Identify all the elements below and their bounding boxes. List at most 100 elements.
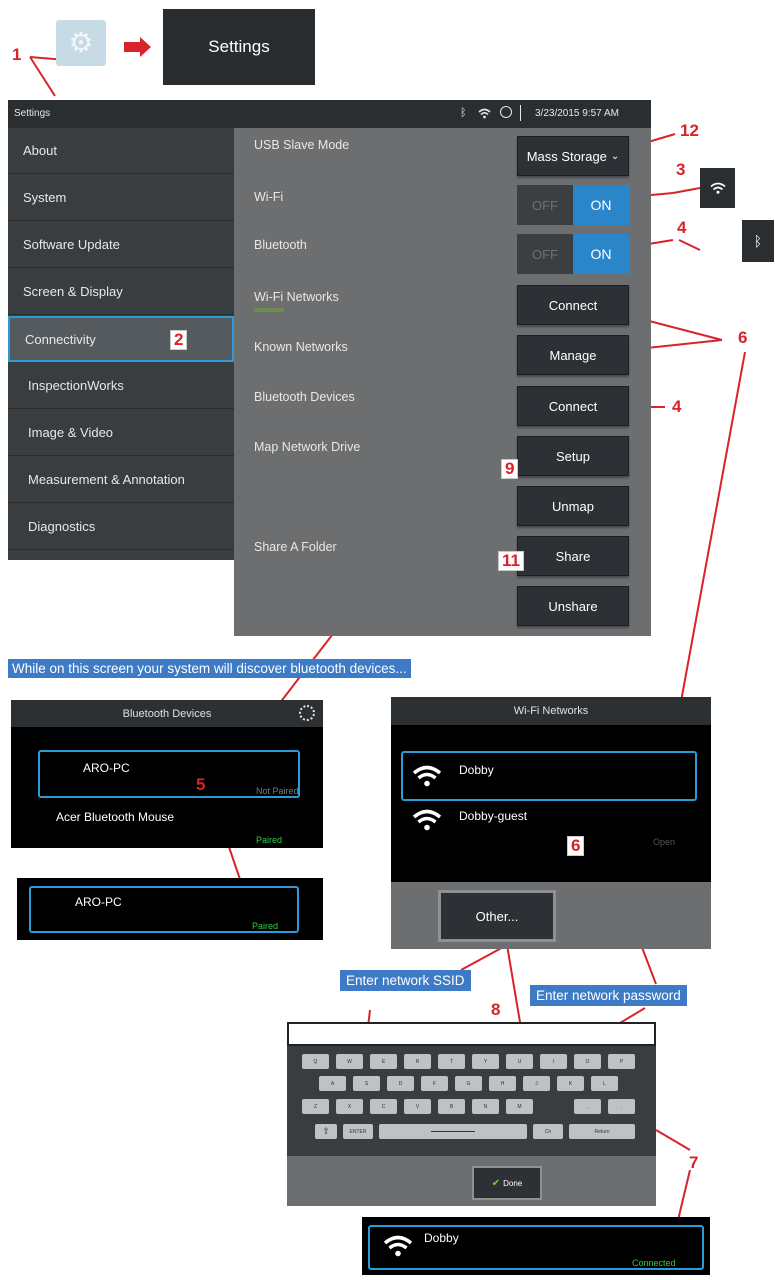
enter-key[interactable]: ENTER <box>343 1124 373 1139</box>
sidebar-item-software-update[interactable]: Software Update <box>8 222 234 268</box>
on-screen-keyboard: Q W E R T Y U I O P A S D F G H J K L Z … <box>287 1046 656 1156</box>
key[interactable]: U <box>506 1054 533 1069</box>
bluetooth-label: Bluetooth <box>254 238 307 252</box>
unshare-folder-button[interactable]: Unshare <box>517 586 629 626</box>
sidebar-item-label: Diagnostics <box>28 519 96 534</box>
wifi-signal-icon <box>412 809 442 831</box>
sidebar-item-label: About <box>23 143 57 158</box>
sidebar-item-inspectionworks[interactable]: InspectionWorks <box>8 363 234 409</box>
wifi-networks-label: Wi-Fi Networks <box>254 290 339 304</box>
checkmark-icon: ✔ <box>491 1177 501 1189</box>
discovery-caption: While on this screen your system will di… <box>8 659 411 678</box>
share-folder-label: Share A Folder <box>254 540 337 554</box>
key[interactable]: T <box>438 1054 465 1069</box>
key[interactable]: P <box>608 1054 635 1069</box>
usb-mode-label: USB Slave Mode <box>254 138 350 152</box>
share-folder-button[interactable]: Share <box>517 536 629 576</box>
space-key[interactable] <box>379 1124 527 1139</box>
wifi-signal-icon <box>383 1235 413 1257</box>
sidebar-item-label: Connectivity <box>25 331 96 347</box>
bluetooth-off-option[interactable]: OFF <box>517 234 573 274</box>
window-title: Settings <box>14 108 51 119</box>
known-networks-manage-button[interactable]: Manage <box>517 335 629 375</box>
wifi-on-option[interactable]: ON <box>573 185 629 225</box>
wifi-icon <box>709 182 726 194</box>
sidebar-item-label: Software Update <box>23 237 120 252</box>
key[interactable]: G <box>455 1076 482 1091</box>
sidebar-item-measurement-annotation[interactable]: Measurement & Annotation <box>8 457 234 503</box>
settings-menu-button[interactable]: Settings <box>163 9 315 85</box>
key[interactable]: F <box>421 1076 448 1091</box>
sidebar-item-system[interactable]: System <box>8 175 234 221</box>
sidebar-item-label: InspectionWorks <box>28 378 124 393</box>
wifi-label: Wi-Fi <box>254 190 284 204</box>
map-drive-unmap-button[interactable]: Unmap <box>517 486 629 526</box>
sidebar-item-about[interactable]: About <box>8 128 234 174</box>
wifi-network-dobby[interactable] <box>401 751 697 801</box>
key[interactable]: N <box>472 1099 499 1114</box>
sidebar-item-screen-display[interactable]: Screen & Display <box>8 269 234 315</box>
key[interactable]: J <box>523 1076 550 1091</box>
key[interactable]: W <box>336 1054 363 1069</box>
map-drive-setup-button[interactable]: Setup <box>517 436 629 476</box>
wifi-off-option[interactable]: OFF <box>517 185 573 225</box>
sidebar-item-image-video[interactable]: Image & Video <box>8 410 234 456</box>
connection-status-icon <box>500 106 512 118</box>
gear-icon: ⚙ <box>68 27 94 58</box>
key[interactable]: X <box>336 1099 363 1114</box>
key[interactable]: S <box>353 1076 380 1091</box>
key[interactable]: B <box>438 1099 465 1114</box>
key[interactable]: Y <box>472 1054 499 1069</box>
bluetooth-device-status: Paired <box>252 921 279 931</box>
key[interactable]: C <box>370 1099 397 1114</box>
wifi-toggle[interactable]: OFF ON <box>517 185 629 225</box>
key[interactable]: , <box>574 1099 601 1114</box>
wifi-signal-icon <box>412 765 442 787</box>
key[interactable]: D <box>387 1076 414 1091</box>
key[interactable]: O <box>574 1054 601 1069</box>
password-tag: Enter network password <box>530 985 687 1006</box>
key[interactable]: I <box>540 1054 567 1069</box>
shift-key[interactable]: ⇧ <box>315 1124 337 1139</box>
wifi-networks-connect-button[interactable]: Connect <box>517 285 629 325</box>
wifi-network-security: Open <box>653 837 676 847</box>
ssid-tag: Enter network SSID <box>340 970 471 991</box>
bluetooth-toggle[interactable]: OFF ON <box>517 234 629 274</box>
key[interactable]: R <box>404 1054 431 1069</box>
callout-7: 7 <box>689 1153 699 1172</box>
callout-12: 12 <box>680 121 699 140</box>
key[interactable]: E <box>370 1054 397 1069</box>
settings-gear-button[interactable]: ⚙ <box>56 20 106 66</box>
callout-6: 6 <box>567 836 585 856</box>
bluetooth-devices-dialog: Bluetooth Devices ARO-PC Not Paired Acer… <box>11 700 323 848</box>
bluetooth-devices-connect-button[interactable]: Connect <box>517 386 629 426</box>
other-network-button[interactable]: Other... <box>438 890 556 942</box>
status-divider <box>520 105 521 121</box>
connected-network-name: Dobby <box>424 1231 459 1245</box>
clear-key[interactable]: Clr <box>533 1124 563 1139</box>
bluetooth-device-name: ARO-PC <box>83 761 130 775</box>
key[interactable]: H <box>489 1076 516 1091</box>
usb-mode-dropdown[interactable]: Mass Storage ⌄ <box>517 136 629 176</box>
key[interactable]: Z <box>302 1099 329 1114</box>
key[interactable]: L <box>591 1076 618 1091</box>
paired-device-view: ARO-PC Paired <box>17 878 323 940</box>
bluetooth-dialog-header: Bluetooth Devices <box>11 700 323 727</box>
key[interactable]: K <box>557 1076 584 1091</box>
keyboard-text-field[interactable] <box>287 1022 656 1046</box>
callout-6: 6 <box>738 328 748 347</box>
bluetooth-devices-label: Bluetooth Devices <box>254 390 355 404</box>
key[interactable]: A <box>319 1076 346 1091</box>
return-key[interactable]: Return <box>569 1124 635 1139</box>
wifi-dialog-title: Wi-Fi Networks <box>513 705 589 717</box>
key[interactable]: . <box>608 1099 635 1114</box>
sidebar-item-connectivity[interactable]: Connectivity <box>8 316 234 362</box>
key[interactable]: M <box>506 1099 533 1114</box>
key[interactable]: Q <box>302 1054 329 1069</box>
sidebar-item-diagnostics[interactable]: Diagnostics <box>8 504 234 550</box>
key[interactable]: V <box>404 1099 431 1114</box>
keyboard-done-button[interactable]: ✔ Done <box>472 1166 542 1200</box>
bluetooth-device-status: Not Paired <box>256 786 299 796</box>
bluetooth-on-option[interactable]: ON <box>573 234 629 274</box>
wifi-status-icon <box>478 108 491 119</box>
